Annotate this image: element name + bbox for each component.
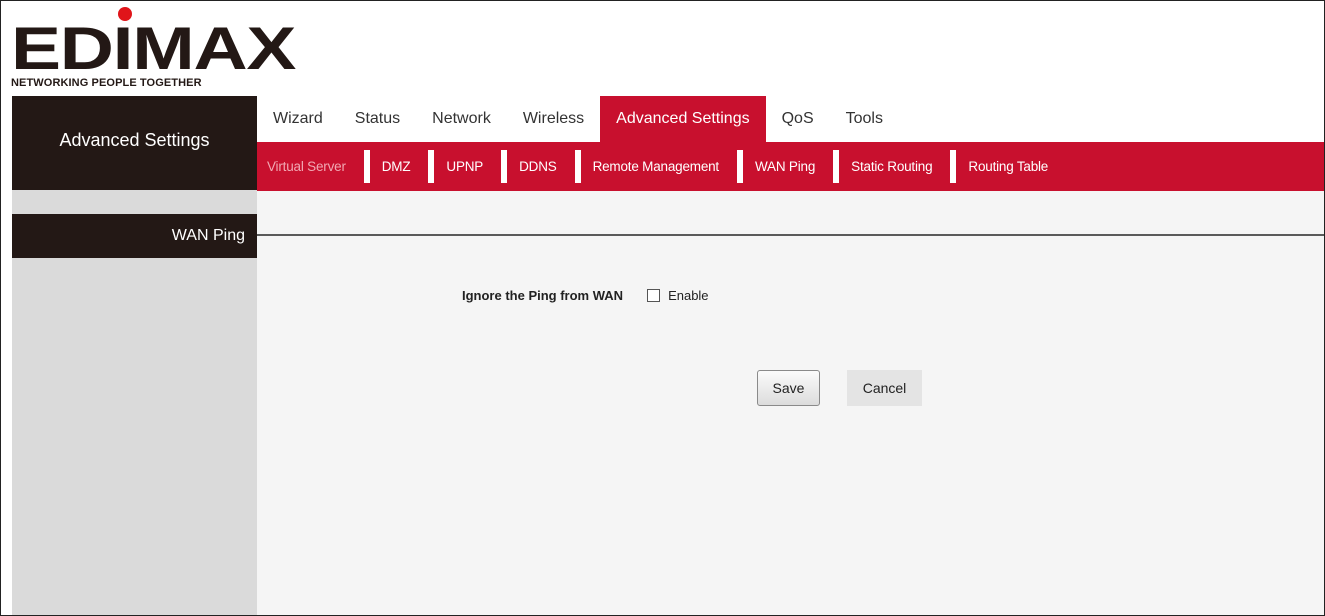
tab-tools[interactable]: Tools: [830, 96, 899, 142]
top-nav: Wizard Status Network Wireless Advanced …: [257, 96, 899, 142]
section-divider: [257, 234, 1324, 236]
tab-network[interactable]: Network: [416, 96, 507, 142]
tab-wireless[interactable]: Wireless: [507, 96, 600, 142]
edimax-logo: EDIMAX NETWORKING PEOPLE TOGETHER: [11, 7, 296, 93]
save-button[interactable]: Save: [757, 370, 820, 406]
sidebar-title: Advanced Settings: [12, 96, 257, 190]
ignore-ping-row: Ignore the Ping from WAN Enable: [462, 288, 709, 303]
enable-checkbox-label[interactable]: Enable: [668, 288, 708, 303]
subtab-ddns[interactable]: DDNS: [501, 150, 569, 183]
subtab-dmz[interactable]: DMZ: [363, 150, 423, 183]
subtab-remote-management[interactable]: Remote Management: [574, 150, 731, 183]
logo-red-dot: [118, 7, 132, 21]
subtab-static-routing[interactable]: Static Routing: [833, 150, 945, 183]
router-admin-window: EDIMAX NETWORKING PEOPLE TOGETHER Advanc…: [0, 0, 1325, 616]
subtab-upnp[interactable]: UPNP: [428, 150, 496, 183]
subtab-routing-table[interactable]: Routing Table: [950, 150, 1061, 183]
logo-wordmark: EDIMAX: [11, 15, 296, 82]
subtab-virtual-server[interactable]: Virtual Server: [257, 150, 358, 183]
cancel-button[interactable]: Cancel: [847, 370, 922, 406]
ignore-ping-label: Ignore the Ping from WAN: [462, 288, 624, 303]
sub-nav: Virtual Server DMZ UPNP DDNS Remote Mana…: [257, 142, 1324, 191]
sidebar: Advanced Settings WAN Ping: [12, 96, 257, 615]
logo-tagline: NETWORKING PEOPLE TOGETHER: [11, 77, 202, 89]
enable-checkbox[interactable]: [647, 289, 661, 302]
tab-advanced-settings[interactable]: Advanced Settings: [600, 96, 766, 142]
tab-qos[interactable]: QoS: [766, 96, 830, 142]
tab-status[interactable]: Status: [339, 96, 416, 142]
sidebar-item-wan-ping[interactable]: WAN Ping: [12, 214, 257, 258]
subtab-wan-ping[interactable]: WAN Ping: [736, 150, 828, 183]
tab-wizard[interactable]: Wizard: [257, 96, 339, 142]
